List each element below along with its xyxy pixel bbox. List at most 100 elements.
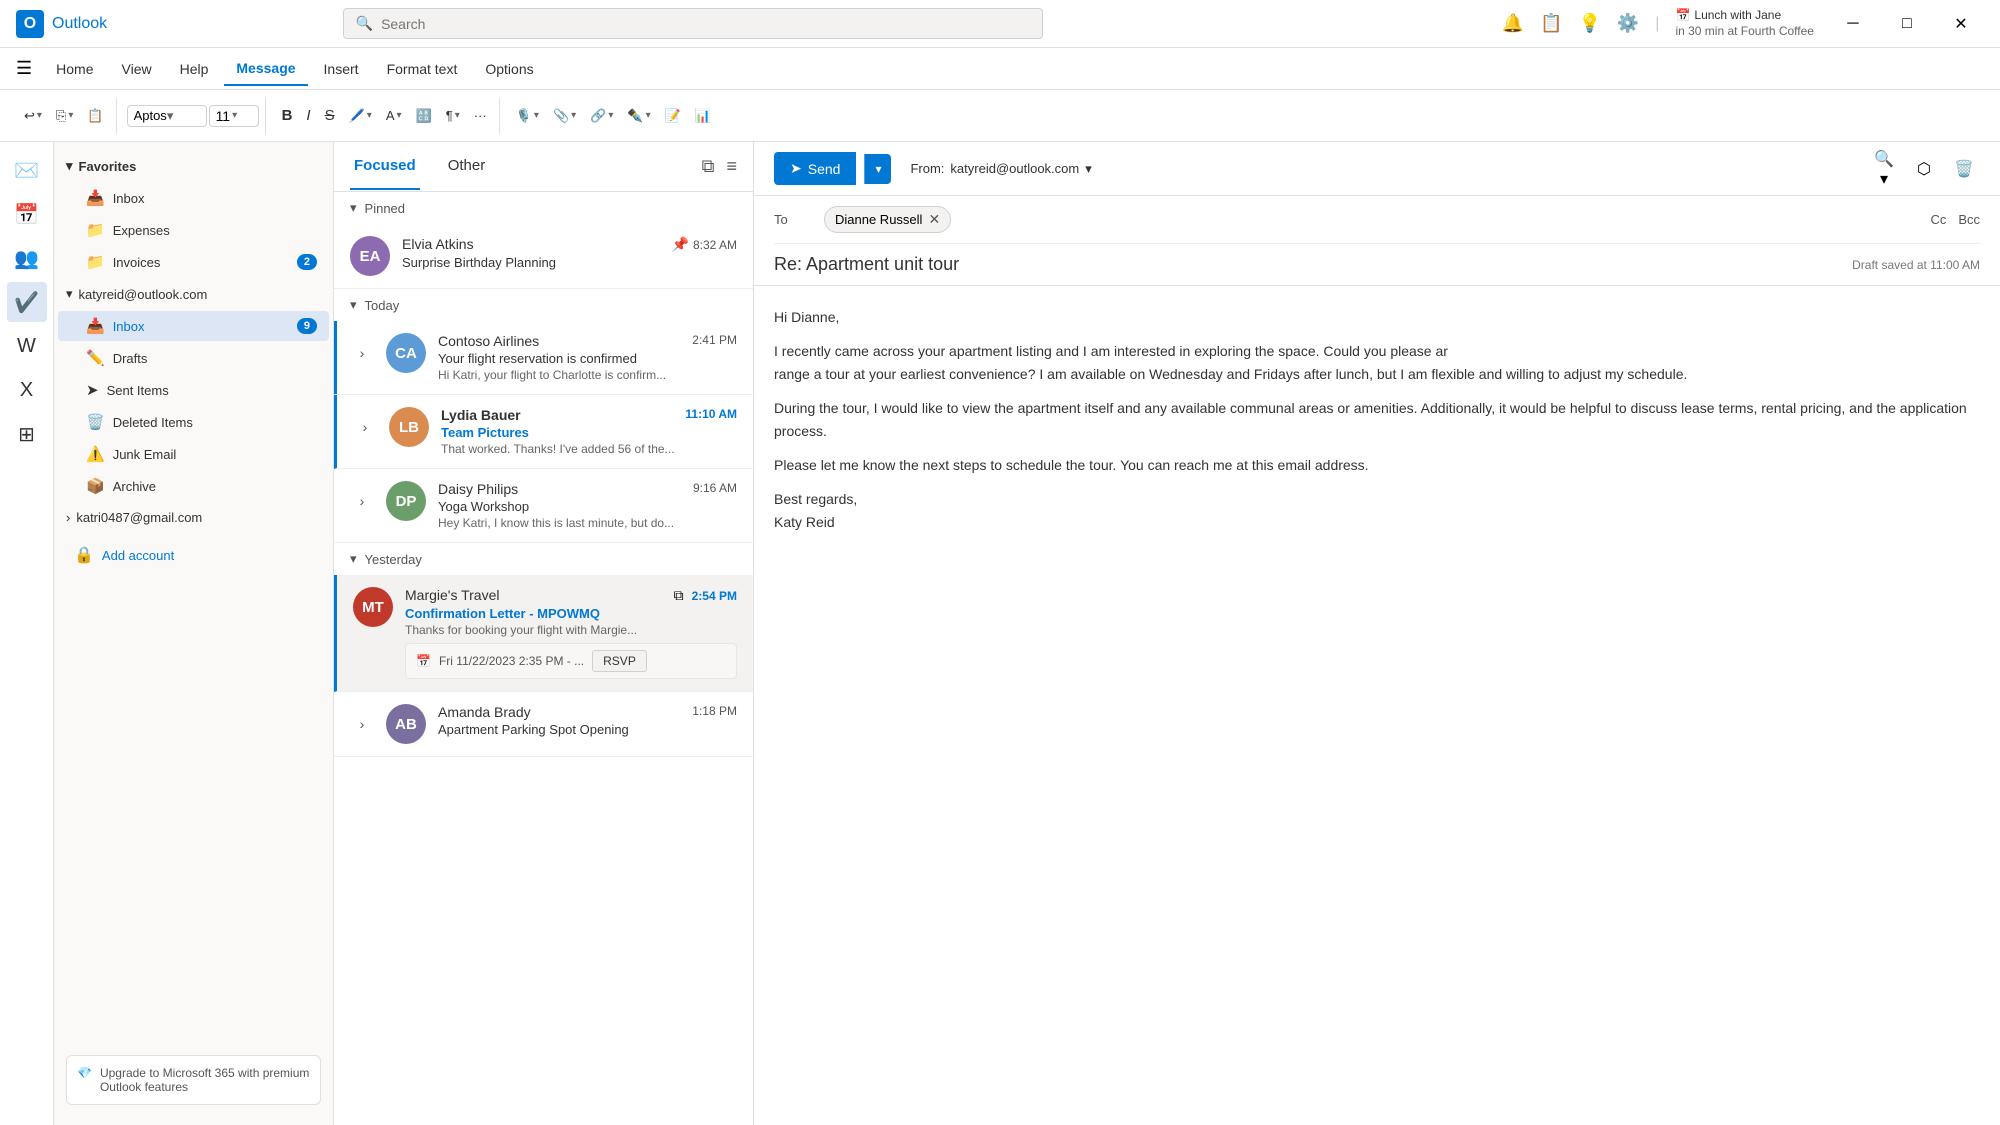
menu-format-text[interactable]: Format text — [375, 53, 470, 85]
font-color-button[interactable]: A ▾ — [380, 104, 408, 127]
toolbar: ↩ ▾ ⎘ ▾ 📋 Aptos ▾ 11 ▾ B I S 🖊️ ▾ A ▾ 🔠 … — [0, 90, 2000, 142]
menu-home[interactable]: Home — [44, 53, 105, 85]
send-dropdown[interactable]: ▾ — [864, 154, 891, 184]
pinned-section[interactable]: ▾ Pinned — [334, 192, 753, 224]
sidebar-item-expenses[interactable]: 📁 Expenses — [58, 215, 329, 245]
bcc-button[interactable]: Bcc — [1958, 212, 1980, 227]
sidebar-item-inbox-fav[interactable]: 📥 Inbox — [58, 183, 329, 213]
sidebar-item-archive[interactable]: 📦 Archive — [58, 471, 329, 501]
menu-view[interactable]: View — [110, 53, 164, 85]
email-item-ea3[interactable]: › LB Lydia Bauer 11:10 AM Team Pictures … — [334, 395, 753, 469]
clipboard-icon[interactable]: 📋 — [1540, 13, 1562, 34]
strikethrough-button[interactable]: S — [319, 103, 341, 128]
notification-icon[interactable]: 🔔 — [1502, 13, 1524, 34]
nav-word[interactable]: W — [7, 326, 47, 366]
send-button[interactable]: ➤ Send — [774, 152, 856, 185]
cc-button[interactable]: Cc — [1930, 212, 1946, 227]
menu-insert[interactable]: Insert — [312, 53, 371, 85]
compose-fields: To Dianne Russell ✕ Cc Bcc Re: Apartment… — [754, 196, 2000, 286]
clear-format-button[interactable]: 🔠 — [410, 104, 438, 128]
add-account-button[interactable]: 🔒 Add account — [58, 535, 329, 575]
nav-apps[interactable]: ⊞ — [7, 414, 47, 454]
sidebar-item-drafts[interactable]: ✏️ Drafts — [58, 343, 329, 373]
more-button[interactable]: ··· — [468, 104, 493, 127]
paste-button[interactable]: 📋 — [81, 104, 109, 128]
compose-body[interactable]: Hi Dianne, I recently came across your a… — [754, 286, 2000, 1125]
bulb-icon[interactable]: 💡 — [1578, 13, 1600, 34]
sidebar-item-junk[interactable]: ⚠️ Junk Email — [58, 439, 329, 469]
close-button[interactable]: ✕ — [1938, 8, 1984, 40]
copy-icon-ea5: ⧉ — [674, 587, 684, 604]
account1-header[interactable]: ▾ katyreid@outlook.com — [54, 278, 333, 310]
email-list-panel: Focused Other ⧉ ≡ ▾ Pinned EA Elvia Atki… — [334, 142, 754, 1125]
highlight-button[interactable]: 🖊️ ▾ — [343, 104, 378, 128]
nav-tasks[interactable]: ✔️ — [7, 282, 47, 322]
favorites-label: Favorites — [79, 159, 137, 174]
tab-other[interactable]: Other — [444, 143, 490, 190]
menu-help[interactable]: Help — [168, 53, 221, 85]
email-content-ea6: Amanda Brady 1:18 PM Apartment Parking S… — [438, 704, 737, 737]
signature-button[interactable]: ✒️ ▾ — [621, 104, 656, 128]
minimize-button[interactable]: ─ — [1830, 8, 1876, 40]
sidebar-item-invoices[interactable]: 📁 Invoices 2 — [58, 247, 329, 277]
tab-focused[interactable]: Focused — [350, 143, 420, 190]
font-selector[interactable]: Aptos ▾ — [127, 105, 207, 127]
bold-button[interactable]: B — [276, 103, 299, 128]
email-item-ea1[interactable]: EA Elvia Atkins 📌 8:32 AM Surprise Birth… — [334, 224, 753, 289]
font-size-selector[interactable]: 11 ▾ — [209, 105, 259, 127]
filter-icon[interactable]: ≡ — [726, 156, 737, 177]
to-chip[interactable]: Dianne Russell ✕ — [824, 206, 951, 233]
email-item-ea5[interactable]: MT Margie's Travel ⧉ 2:54 PM Confirmatio… — [334, 575, 753, 692]
sender-ea6: Amanda Brady — [438, 704, 531, 720]
from-selector[interactable]: From: katyreid@outlook.com ▾ — [899, 154, 1102, 184]
split-view-icon[interactable]: ⧉ — [702, 156, 715, 177]
account2-header[interactable]: › katri0487@gmail.com — [54, 502, 333, 533]
expand-ea2[interactable]: › — [350, 341, 374, 365]
sidebar-item-inbox[interactable]: 📥 Inbox 9 — [58, 311, 329, 341]
dictate-button[interactable]: 🎙️ ▾ — [510, 104, 545, 128]
favorites-section[interactable]: ▾ Favorites — [54, 150, 333, 182]
popout-button[interactable]: ⬡ — [1908, 153, 1940, 185]
menu-options[interactable]: Options — [473, 53, 545, 85]
email-item-ea4[interactable]: › DP Daisy Philips 9:16 AM Yoga Workshop… — [334, 469, 753, 543]
editor-button[interactable]: 📝 — [659, 104, 687, 128]
nav-mail[interactable]: ✉️ — [7, 150, 47, 190]
attach-button[interactable]: 📎 ▾ — [547, 104, 582, 128]
sidebar-item-sent[interactable]: ➤ Sent Items — [58, 375, 329, 405]
hamburger-menu[interactable]: ☰ — [16, 58, 32, 79]
expand-ea4[interactable]: › — [350, 489, 374, 513]
expand-ea6[interactable]: › — [350, 712, 374, 736]
search-input[interactable] — [381, 16, 1030, 32]
calendar-event-ea5: 📅 Fri 11/22/2023 2:35 PM - ... RSVP — [405, 643, 737, 679]
remove-recipient[interactable]: ✕ — [928, 211, 940, 228]
email-item-ea6[interactable]: › AB Amanda Brady 1:18 PM Apartment Park… — [334, 692, 753, 757]
upgrade-icon: 💎 — [77, 1066, 92, 1080]
link-button[interactable]: 🔗 ▾ — [584, 104, 619, 128]
subject-field[interactable]: Re: Apartment unit tour — [774, 254, 1852, 275]
zoom-button[interactable]: 🔍 ▾ — [1868, 153, 1900, 185]
nav-calendar[interactable]: 📅 — [7, 194, 47, 234]
email-item-ea2[interactable]: › CA Contoso Airlines 2:41 PM Your fligh… — [334, 321, 753, 395]
sender-ea3: Lydia Bauer — [441, 407, 521, 423]
paragraph-button[interactable]: ¶ ▾ — [440, 104, 466, 127]
settings-icon[interactable]: ⚙️ — [1617, 13, 1639, 34]
yesterday-section[interactable]: ▾ Yesterday — [334, 543, 753, 575]
recipient-name: Dianne Russell — [835, 212, 922, 227]
cc-bcc-buttons: Cc Bcc — [1930, 212, 1980, 227]
menu-message[interactable]: Message — [224, 52, 307, 86]
chart-button[interactable]: 📊 — [689, 104, 717, 128]
maximize-button[interactable]: □ — [1884, 8, 1930, 40]
italic-button[interactable]: I — [300, 103, 316, 128]
delete-button[interactable]: 🗑️ — [1948, 153, 1980, 185]
copy-button[interactable]: ⎘ ▾ — [50, 104, 79, 128]
nav-people[interactable]: 👥 — [7, 238, 47, 278]
sidebar-item-deleted[interactable]: 🗑️ Deleted Items — [58, 407, 329, 437]
search-bar[interactable]: 🔍 — [343, 8, 1043, 39]
nav-excel[interactable]: X — [7, 370, 47, 410]
rsvp-button[interactable]: RSVP — [592, 650, 647, 672]
expand-ea3[interactable]: › — [353, 415, 377, 439]
avatar-ea1: EA — [350, 236, 390, 276]
undo-button[interactable]: ↩ ▾ — [18, 104, 48, 128]
today-section[interactable]: ▾ Today — [334, 289, 753, 321]
expenses-icon: 📁 — [86, 221, 105, 239]
